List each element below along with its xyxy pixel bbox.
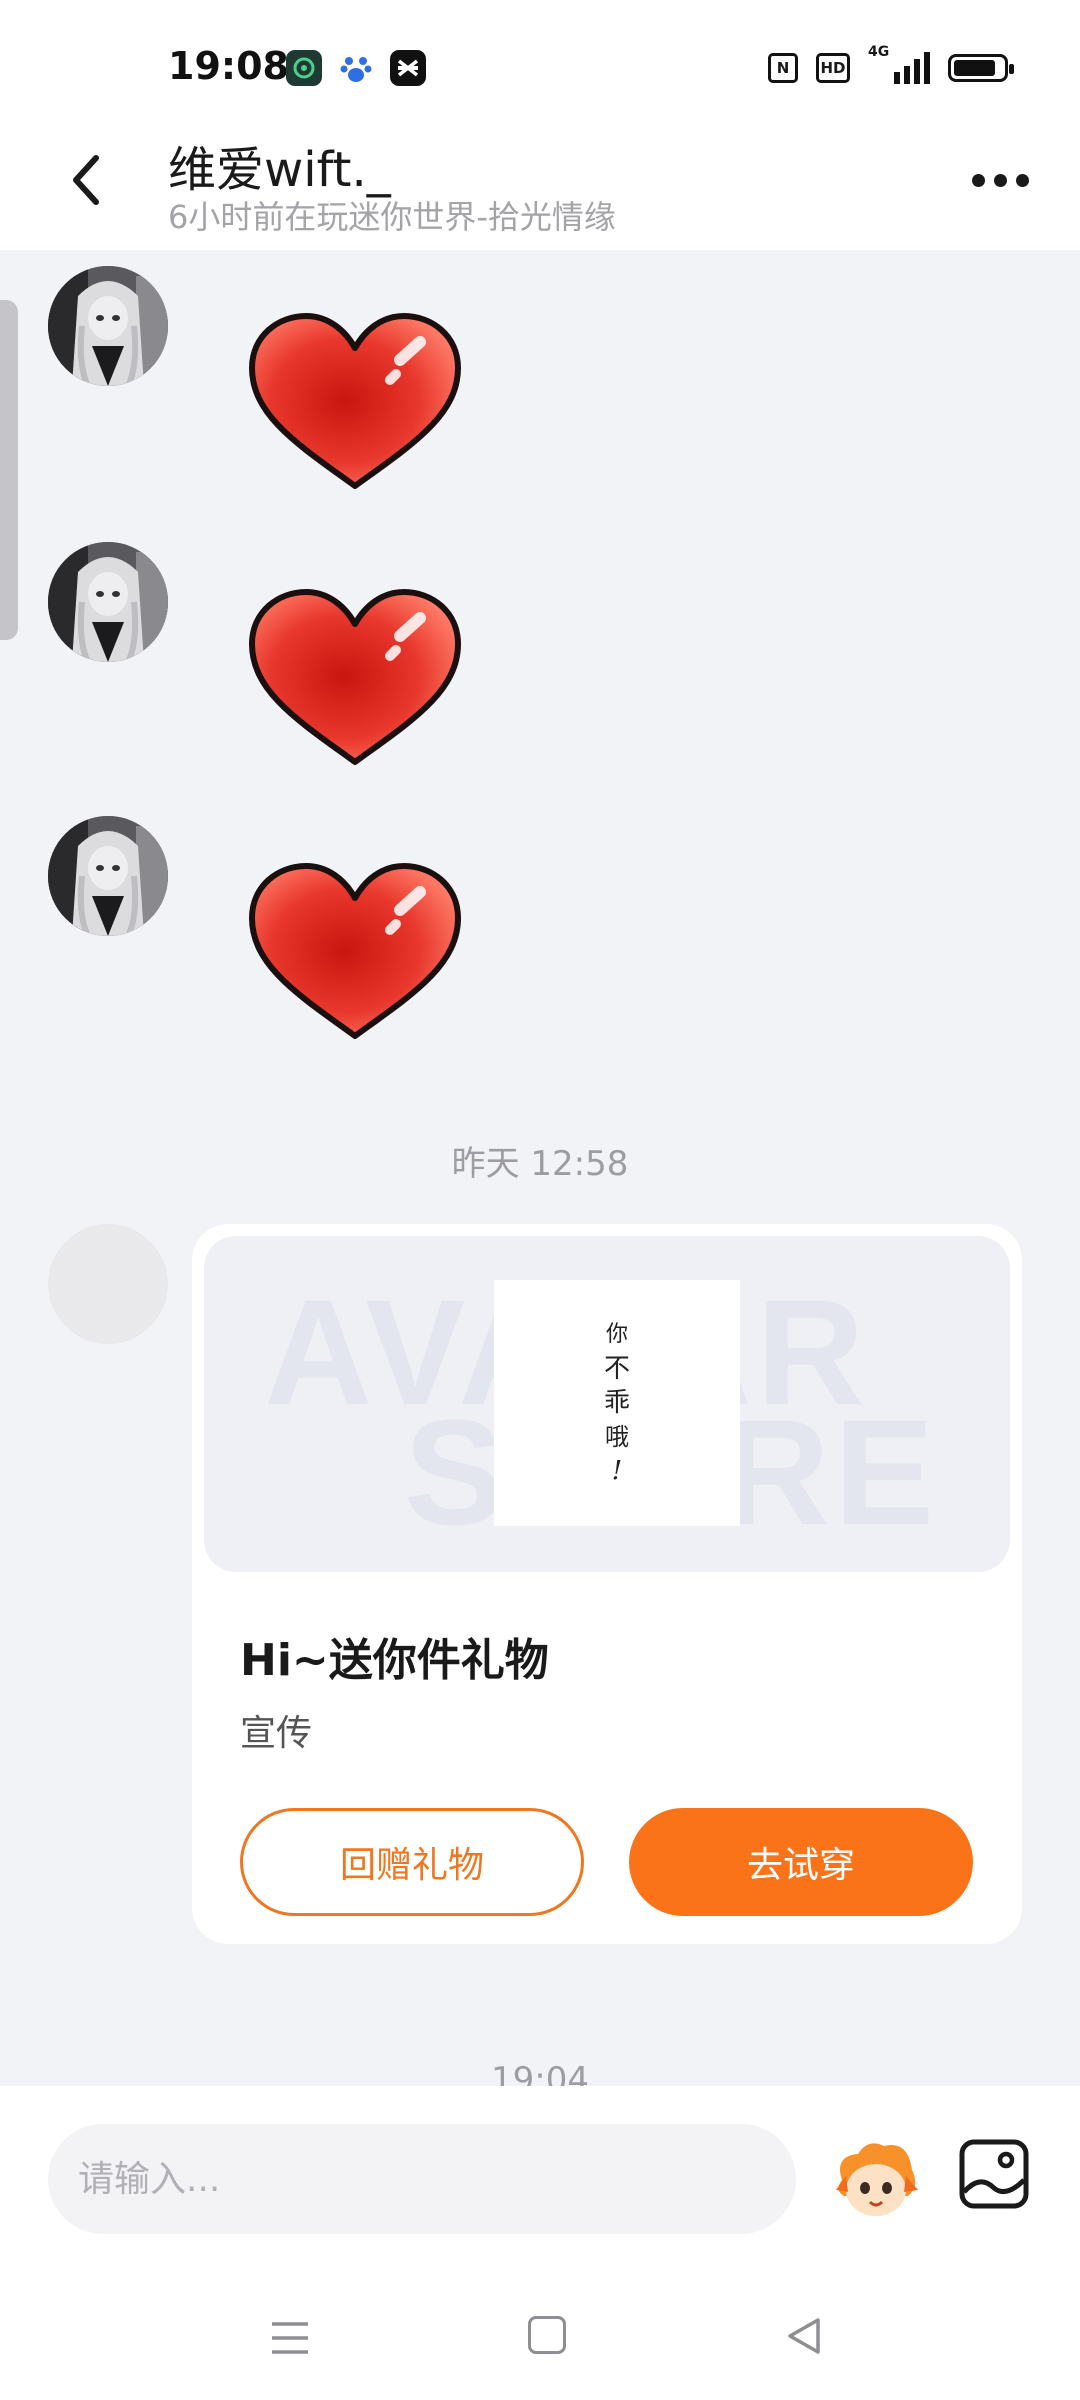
dark-app-icon — [286, 50, 322, 86]
message-timestamp: 19:04 — [491, 2060, 589, 2086]
system-nav-bar — [0, 2276, 1080, 2400]
battery-level — [954, 60, 995, 76]
hd-icon: HD — [816, 53, 850, 83]
signal-icon: 4G — [868, 44, 930, 84]
nfc-icon: N — [768, 53, 798, 83]
heart-sticker[interactable] — [240, 306, 470, 506]
status-bar: 19:08 N HD 4G — [0, 0, 1080, 120]
input-bar — [0, 2086, 1080, 2276]
capcut-icon — [390, 50, 426, 86]
chat-header: 维爱wift._ 6小时前在玩迷你世界-拾光情缘 — [0, 120, 1080, 250]
status-indicators: N HD 4G — [768, 44, 1014, 86]
more-horizontal-icon — [971, 173, 985, 187]
note-char: ! — [611, 1456, 623, 1486]
avatar[interactable] — [48, 816, 168, 936]
scrollbar-thumb[interactable] — [0, 300, 18, 640]
try-on-button[interactable]: 去试穿 — [629, 1808, 973, 1916]
image-button[interactable] — [956, 2136, 1032, 2212]
avatar[interactable] — [48, 266, 168, 386]
emoji-button[interactable] — [828, 2134, 924, 2224]
chat-area[interactable]: 昨天 12:58 AVATAR STORE 你 不 乖 哦 ! Hi~送你件礼物… — [0, 250, 1080, 2086]
image-icon — [959, 2139, 1029, 2209]
avatar[interactable] — [48, 542, 168, 662]
status-time: 19:08 — [168, 44, 289, 88]
gift-card-subtitle: 宣传 — [240, 1713, 313, 1754]
heart-sticker[interactable] — [240, 856, 470, 1056]
note-paper: 你 不 乖 哦 ! — [494, 1280, 740, 1526]
back-button[interactable] — [56, 140, 136, 220]
menu-icon — [272, 2322, 308, 2354]
more-button[interactable] — [960, 150, 1040, 210]
gift-card-image[interactable]: AVATAR STORE 你 不 乖 哦 ! — [204, 1236, 1010, 1572]
contact-name[interactable]: 维爱wift._ — [168, 130, 391, 200]
gift-card-title: Hi~送你件礼物 — [240, 1635, 549, 1686]
avatar-placeholder[interactable] — [48, 1224, 168, 1344]
note-char: 不 — [603, 1354, 630, 1384]
battery-icon — [948, 54, 1014, 82]
back-triangle-icon — [788, 2318, 820, 2354]
heart-sticker[interactable] — [240, 582, 470, 782]
return-gift-button[interactable]: 回赠礼物 — [240, 1808, 584, 1916]
note-char: 你 — [605, 1322, 628, 1347]
message-timestamp: 昨天 12:58 — [451, 1144, 629, 1184]
home-square-icon[interactable] — [528, 2316, 566, 2354]
nav-back-button[interactable] — [784, 2316, 824, 2356]
chevron-left-icon — [73, 155, 99, 205]
mascot-emoji-icon — [836, 2143, 918, 2216]
recent-apps-button[interactable] — [270, 2318, 310, 2358]
gift-card[interactable]: AVATAR STORE 你 不 乖 哦 ! Hi~送你件礼物 宣传 回赠礼物 … — [192, 1224, 1022, 1944]
contact-status: 6小时前在玩迷你世界-拾光情缘 — [168, 198, 616, 236]
note-char: 乖 — [603, 1388, 630, 1418]
note-char: 哦 — [605, 1423, 629, 1451]
message-input[interactable] — [48, 2124, 796, 2234]
baidu-paw-icon — [338, 50, 374, 86]
network-type-label: 4G — [868, 44, 890, 60]
